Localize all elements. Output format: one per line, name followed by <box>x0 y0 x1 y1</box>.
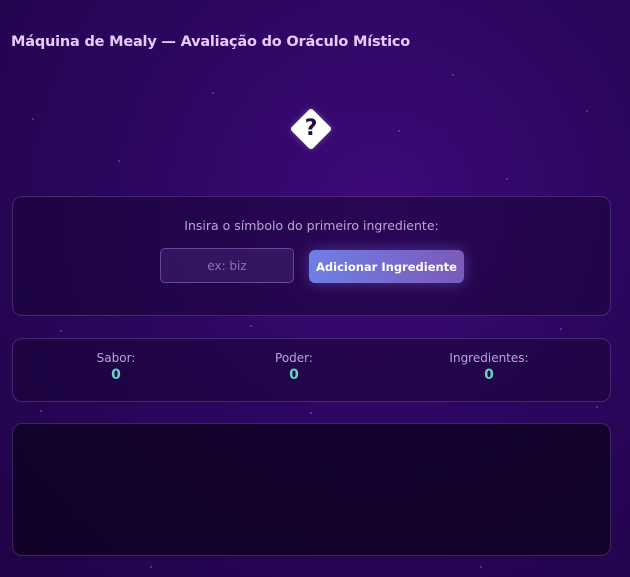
stat-power-value: 0 <box>289 367 299 383</box>
stat-flavor-label: Sabor: <box>96 351 136 365</box>
ingredient-prompt: Insira o símbolo do primeiro ingrediente… <box>184 218 439 233</box>
stat-ingredients: Ingredientes: 0 <box>419 351 559 383</box>
ingredient-symbol-input[interactable] <box>160 248 294 283</box>
stat-power: Poder: 0 <box>224 351 364 383</box>
stats-panel: Sabor: 0 Poder: 0 Ingredientes: 0 <box>12 338 611 402</box>
stat-ingredients-value: 0 <box>484 367 494 383</box>
stat-power-label: Poder: <box>275 351 313 365</box>
oracle-question-mark: ? <box>304 116 318 141</box>
oracle-symbol: ? <box>289 107 333 151</box>
stat-ingredients-label: Ingredientes: <box>449 351 529 365</box>
add-ingredient-button[interactable]: Adicionar Ingrediente <box>309 250 464 283</box>
ingredient-input-panel: Insira o símbolo do primeiro ingrediente… <box>12 196 611 316</box>
stat-flavor: Sabor: 0 <box>46 351 186 383</box>
page-title: Máquina de Mealy — Avaliação do Oráculo … <box>11 34 411 50</box>
evaluation-log-panel <box>12 423 611 556</box>
stat-flavor-value: 0 <box>111 367 121 383</box>
